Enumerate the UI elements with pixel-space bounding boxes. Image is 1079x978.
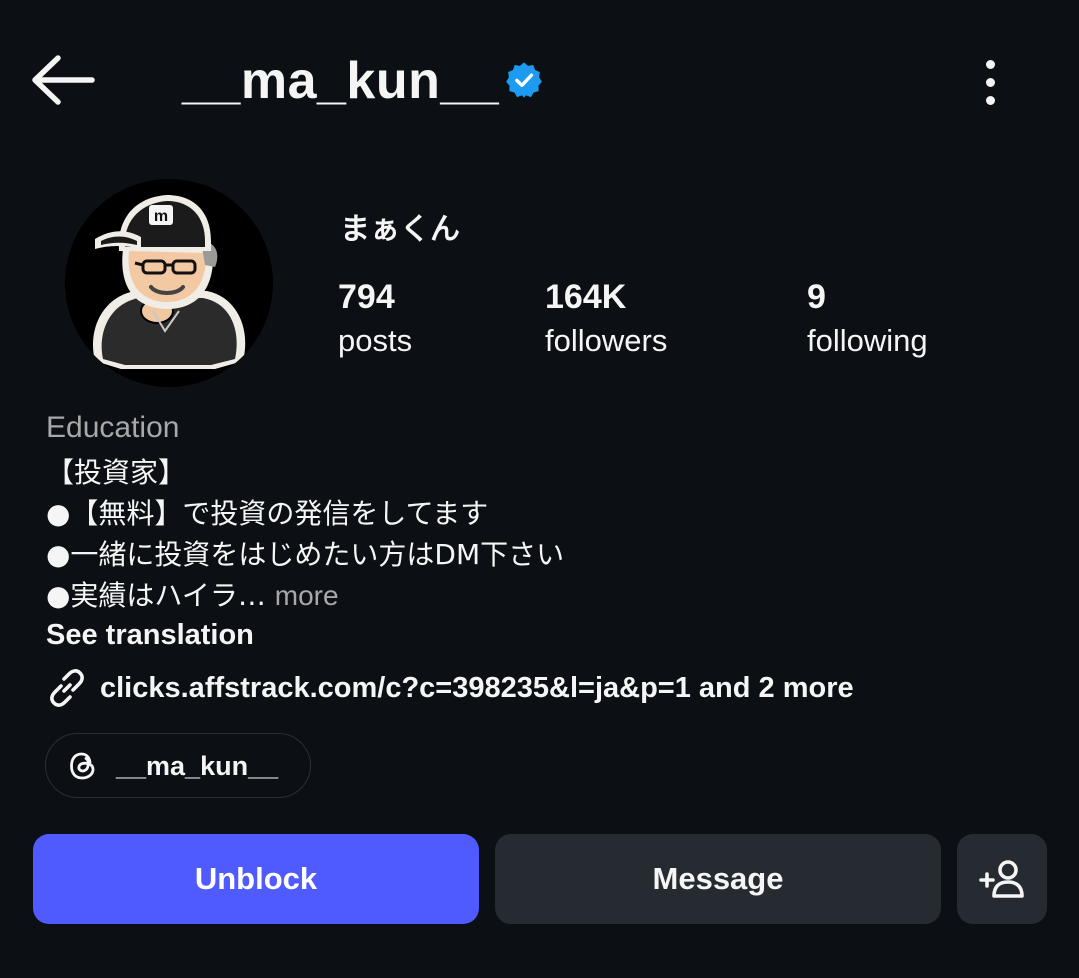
display-name: まぁくん	[340, 212, 460, 247]
more-vertical-icon	[985, 59, 995, 69]
bio-more-link[interactable]: more	[275, 580, 339, 611]
following-label: following	[807, 323, 928, 358]
following-stat[interactable]: 9 following	[807, 276, 928, 362]
verified-badge-icon	[505, 61, 543, 99]
threads-icon	[70, 752, 95, 779]
back-button[interactable]	[30, 48, 106, 112]
posts-label: posts	[338, 323, 413, 358]
followers-stat[interactable]: 164K followers	[545, 276, 667, 362]
posts-stat[interactable]: 794 posts	[338, 276, 412, 362]
add-person-icon	[979, 860, 1024, 898]
bio-line: ●【無料】で投資の発信をしてます	[46, 497, 489, 530]
profile-category: Education	[46, 411, 180, 444]
page-title: __ma_kun__	[182, 52, 500, 110]
following-count: 9	[807, 278, 826, 316]
bio-line: 【投資家】	[46, 456, 187, 489]
link-icon	[50, 669, 84, 707]
bio-line: ●一緒に投資をはじめたい方はDM下さい	[46, 538, 565, 571]
more-options-button[interactable]	[968, 52, 1012, 112]
message-button[interactable]: Message	[495, 834, 941, 924]
add-person-button[interactable]	[957, 834, 1047, 924]
external-link[interactable]: clicks.affstrack.com/c?c=398235&l=ja&p=1…	[46, 666, 854, 710]
bio-line-last: ●実績はハイラ… more	[46, 575, 339, 616]
arrow-left-icon	[32, 55, 95, 105]
cartoon-avatar-image: m	[65, 179, 273, 387]
svg-text:m: m	[154, 208, 168, 225]
bio-line: ●実績はハイラ…	[46, 579, 266, 612]
external-link-text: clicks.affstrack.com/c?c=398235&l=ja&p=1…	[100, 672, 854, 704]
threads-profile-button[interactable]: __ma_kun__	[45, 733, 311, 798]
see-translation-link[interactable]: See translation	[46, 614, 254, 656]
followers-label: followers	[545, 323, 668, 358]
threads-handle: __ma_kun__	[116, 750, 279, 781]
posts-count: 794	[338, 278, 395, 316]
followers-count: 164K	[545, 278, 627, 316]
unblock-button[interactable]: Unblock	[33, 834, 479, 924]
profile-avatar[interactable]: m	[65, 179, 273, 387]
